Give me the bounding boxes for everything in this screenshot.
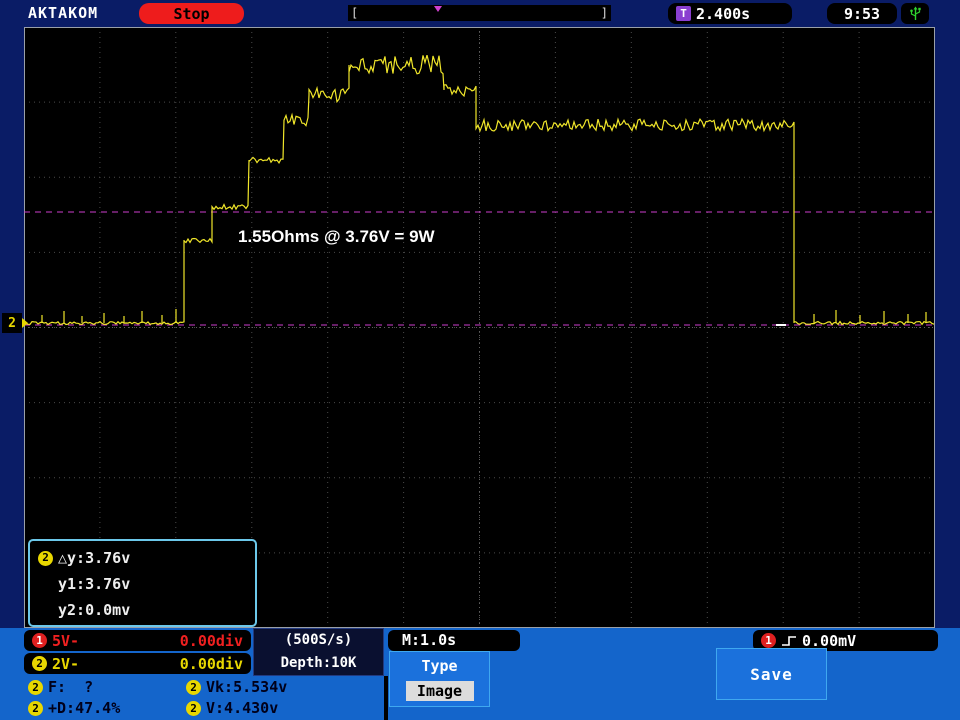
ch2-readout: 2 2V- 0.00div — [24, 653, 251, 674]
top-bar: AKTAKOM Stop [ ] T 2.400s 9:53 — [0, 0, 960, 27]
cursor-delta-row: 2 △y:3.76v — [38, 545, 247, 571]
type-menu-value[interactable]: Image — [406, 681, 474, 701]
channel2-badge: 2 — [28, 701, 43, 716]
measurement-voltage: 2 V:4.430v — [186, 699, 278, 717]
timebase-readout: M:1.0s — [388, 630, 520, 651]
waveform-display: 1.55Ohms @ 3.76V = 9W — [24, 27, 935, 628]
waveform-svg — [24, 27, 935, 628]
channel2-position-label: 2 — [8, 316, 16, 331]
ch2-offset: 0.00div — [180, 655, 243, 673]
measurement-voltage-value: V:4.430v — [206, 699, 278, 717]
cursor-measurement-box: 2 △y:3.76v y1:3.76v y2:0.0mv — [28, 539, 257, 627]
save-button[interactable]: Save — [716, 648, 827, 700]
trigbar-right-bracket: ] — [601, 5, 608, 21]
measurement-duty: 2 +D:47.4% — [28, 699, 120, 717]
trigger-delay-readout: T 2.400s — [668, 3, 792, 24]
cursor-y2-value: y2:0.0mv — [38, 597, 247, 623]
clock: 9:53 — [827, 3, 897, 24]
oscilloscope-screen: AKTAKOM Stop [ ] T 2.400s 9:53 1.55Ohms … — [0, 0, 960, 720]
channel2-badge: 2 — [28, 680, 43, 695]
status-bar: 1 5V- 0.00div 2 2V- 0.00div (500S/s) Dep… — [0, 628, 960, 720]
channel2-position-marker: 2 — [2, 313, 22, 333]
trigger-position-marker-icon — [434, 6, 442, 12]
ch2-scale: 2V- — [52, 655, 79, 673]
brand-logo: AKTAKOM — [28, 4, 98, 22]
measurement-frequency-value: F: ? — [48, 678, 93, 696]
trigger-delay-icon: T — [676, 6, 691, 21]
measurement-vk: 2 Vk:5.534v — [186, 678, 287, 696]
ch1-readout: 1 5V- 0.00div — [24, 630, 251, 651]
cursor-delta-value: △y:3.76v — [58, 545, 130, 571]
measurement-frequency: 2 F: ? — [28, 678, 93, 696]
divider — [384, 676, 388, 720]
run-stop-indicator: Stop — [139, 3, 244, 24]
channel1-badge: 1 — [32, 633, 47, 648]
trigbar-left-bracket: [ — [351, 5, 358, 21]
trigger-delay-value: 2.400s — [696, 5, 750, 23]
sample-rate: (500S/s) — [254, 629, 383, 652]
ch1-scale: 5V- — [52, 632, 79, 650]
acquisition-panel: (500S/s) Depth:10K — [253, 628, 384, 676]
rising-edge-icon — [781, 634, 797, 648]
channel2-arrow-icon — [22, 318, 28, 328]
trigger-position-bar: [ ] — [348, 5, 611, 21]
memory-depth: Depth:10K — [254, 652, 383, 675]
trigger-level-value: 0.00mV — [802, 632, 856, 650]
power-annotation: 1.55Ohms @ 3.76V = 9W — [238, 227, 435, 247]
type-menu-button[interactable]: Type Image — [389, 651, 490, 707]
channel1-badge: 1 — [761, 633, 776, 648]
type-menu-label: Type — [390, 657, 489, 675]
channel2-badge: 2 — [38, 551, 53, 566]
ch1-offset: 0.00div — [180, 632, 243, 650]
measurement-vk-value: Vk:5.534v — [206, 678, 287, 696]
cursor-y1-value: y1:3.76v — [38, 571, 247, 597]
channel2-badge: 2 — [32, 656, 47, 671]
measurement-duty-value: +D:47.4% — [48, 699, 120, 717]
channel2-badge: 2 — [186, 701, 201, 716]
usb-icon — [901, 3, 929, 24]
channel2-badge: 2 — [186, 680, 201, 695]
